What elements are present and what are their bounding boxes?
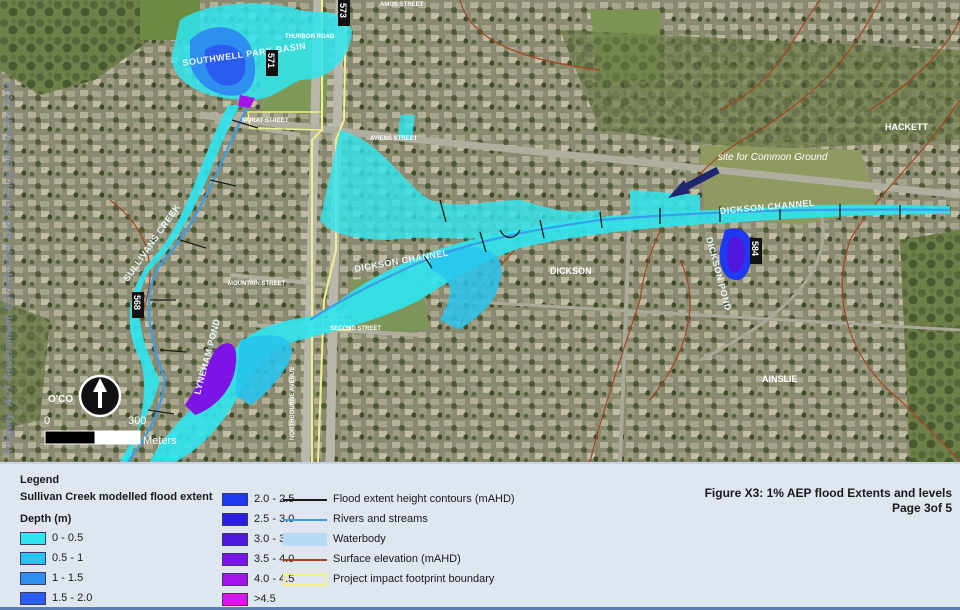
legend-swatch bbox=[20, 551, 46, 565]
legend-item: Waterbody bbox=[283, 531, 386, 547]
legend-label: Waterbody bbox=[333, 533, 386, 545]
legend-swatch bbox=[222, 512, 248, 526]
contour-shield-568: 568 bbox=[132, 295, 142, 310]
legend-label: 1.5 - 2.0 bbox=[52, 592, 93, 604]
legend-swatch bbox=[20, 571, 46, 585]
road-label-aviens: AVIENS STREET bbox=[370, 136, 418, 142]
scale-tick-300: 300 bbox=[128, 415, 146, 427]
legend-label: Rivers and streams bbox=[333, 513, 428, 525]
page-number: Page 3of 5 bbox=[891, 501, 952, 515]
legend-symbol bbox=[283, 513, 327, 526]
legend-swatch bbox=[222, 592, 248, 606]
legend-swatch bbox=[20, 591, 46, 605]
legend-item: Project impact footprint boundary bbox=[283, 571, 494, 587]
legend-label: >4.5 bbox=[254, 593, 276, 605]
figure-title-block: Figure X3: 1% AEP flood Extents and leve… bbox=[705, 486, 952, 516]
legend-label: Project impact footprint boundary bbox=[333, 573, 495, 585]
road-label-murat: MURAT STREET bbox=[242, 118, 289, 124]
legend-label: 1 - 1.5 bbox=[52, 572, 84, 584]
contour-shield-573: 573 bbox=[338, 3, 348, 18]
legend-title: Legend bbox=[20, 474, 60, 486]
place-label-hackett: HACKETT bbox=[885, 122, 928, 132]
legend-symbol bbox=[283, 532, 327, 546]
contour-shield-571: 571 bbox=[266, 53, 276, 68]
legend-item: Surface elevation (mAHD) bbox=[283, 551, 461, 567]
road-label-thurbon: THURBON ROAD bbox=[285, 34, 335, 40]
legend-depth-class: 0 - 0.5 bbox=[20, 530, 83, 546]
legend-swatch bbox=[222, 552, 248, 566]
scale-tick-0: 0 bbox=[44, 415, 50, 427]
legend-label: Flood extent height contours (mAHD) bbox=[333, 493, 515, 505]
imagery-credit: Imagery: ACT Government, Environment and… bbox=[3, 82, 15, 455]
legend-depth-class: >4.5 bbox=[222, 591, 276, 607]
scale-unit: Meters bbox=[143, 435, 177, 447]
road-label-second: SECOND STREET bbox=[330, 326, 381, 332]
annotation-text: site for Common Ground bbox=[718, 152, 828, 163]
legend-item: Flood extent height contours (mAHD) bbox=[283, 491, 515, 507]
legend-item: Rivers and streams bbox=[283, 511, 428, 527]
ainslie-reserve bbox=[900, 230, 960, 462]
flood-map: HACKETT DICKSON AINSLIE SOUTHWELL PARK B… bbox=[0, 0, 960, 462]
road-label-northbourne: NORTHBOURNE AVENUE bbox=[290, 367, 296, 440]
legend-symbol bbox=[283, 553, 327, 566]
legend-depth-heading: Depth (m) bbox=[20, 513, 72, 525]
legend-depth-class: 1 - 1.5 bbox=[20, 570, 83, 586]
contour-shield-584: 584 bbox=[750, 241, 760, 256]
legend-symbol bbox=[283, 572, 327, 586]
road-label-mountain: MOUNTAIN STREET bbox=[228, 281, 286, 287]
road-label-amos: AMOS STREET bbox=[380, 2, 424, 8]
legend-panel: Legend Sullivan Creek modelled flood ext… bbox=[0, 462, 960, 610]
legend-subtitle: Sullivan Creek modelled flood extent bbox=[20, 491, 213, 503]
scalebar-north-label: O'CO bbox=[48, 394, 73, 405]
legend-swatch bbox=[222, 492, 248, 506]
legend-label: 0.5 - 1 bbox=[52, 552, 84, 564]
legend-label: 0 - 0.5 bbox=[52, 532, 84, 544]
place-label-dickson: DICKSON bbox=[550, 266, 592, 276]
legend-depth-class: 0.5 - 1 bbox=[20, 550, 83, 566]
hackett-trees bbox=[560, 30, 960, 150]
legend-label: Surface elevation (mAHD) bbox=[333, 553, 461, 565]
legend-symbol bbox=[283, 493, 327, 506]
figure-title: Figure X3: 1% AEP flood Extents and leve… bbox=[704, 486, 952, 500]
place-label-ainslie: AINSLIE bbox=[762, 374, 798, 384]
legend-swatch bbox=[20, 531, 46, 545]
map-canvas: HACKETT DICKSON AINSLIE SOUTHWELL PARK B… bbox=[0, 0, 960, 462]
legend-swatch bbox=[222, 572, 248, 586]
legend-depth-class: 1.5 - 2.0 bbox=[20, 590, 92, 606]
legend-swatch bbox=[222, 532, 248, 546]
